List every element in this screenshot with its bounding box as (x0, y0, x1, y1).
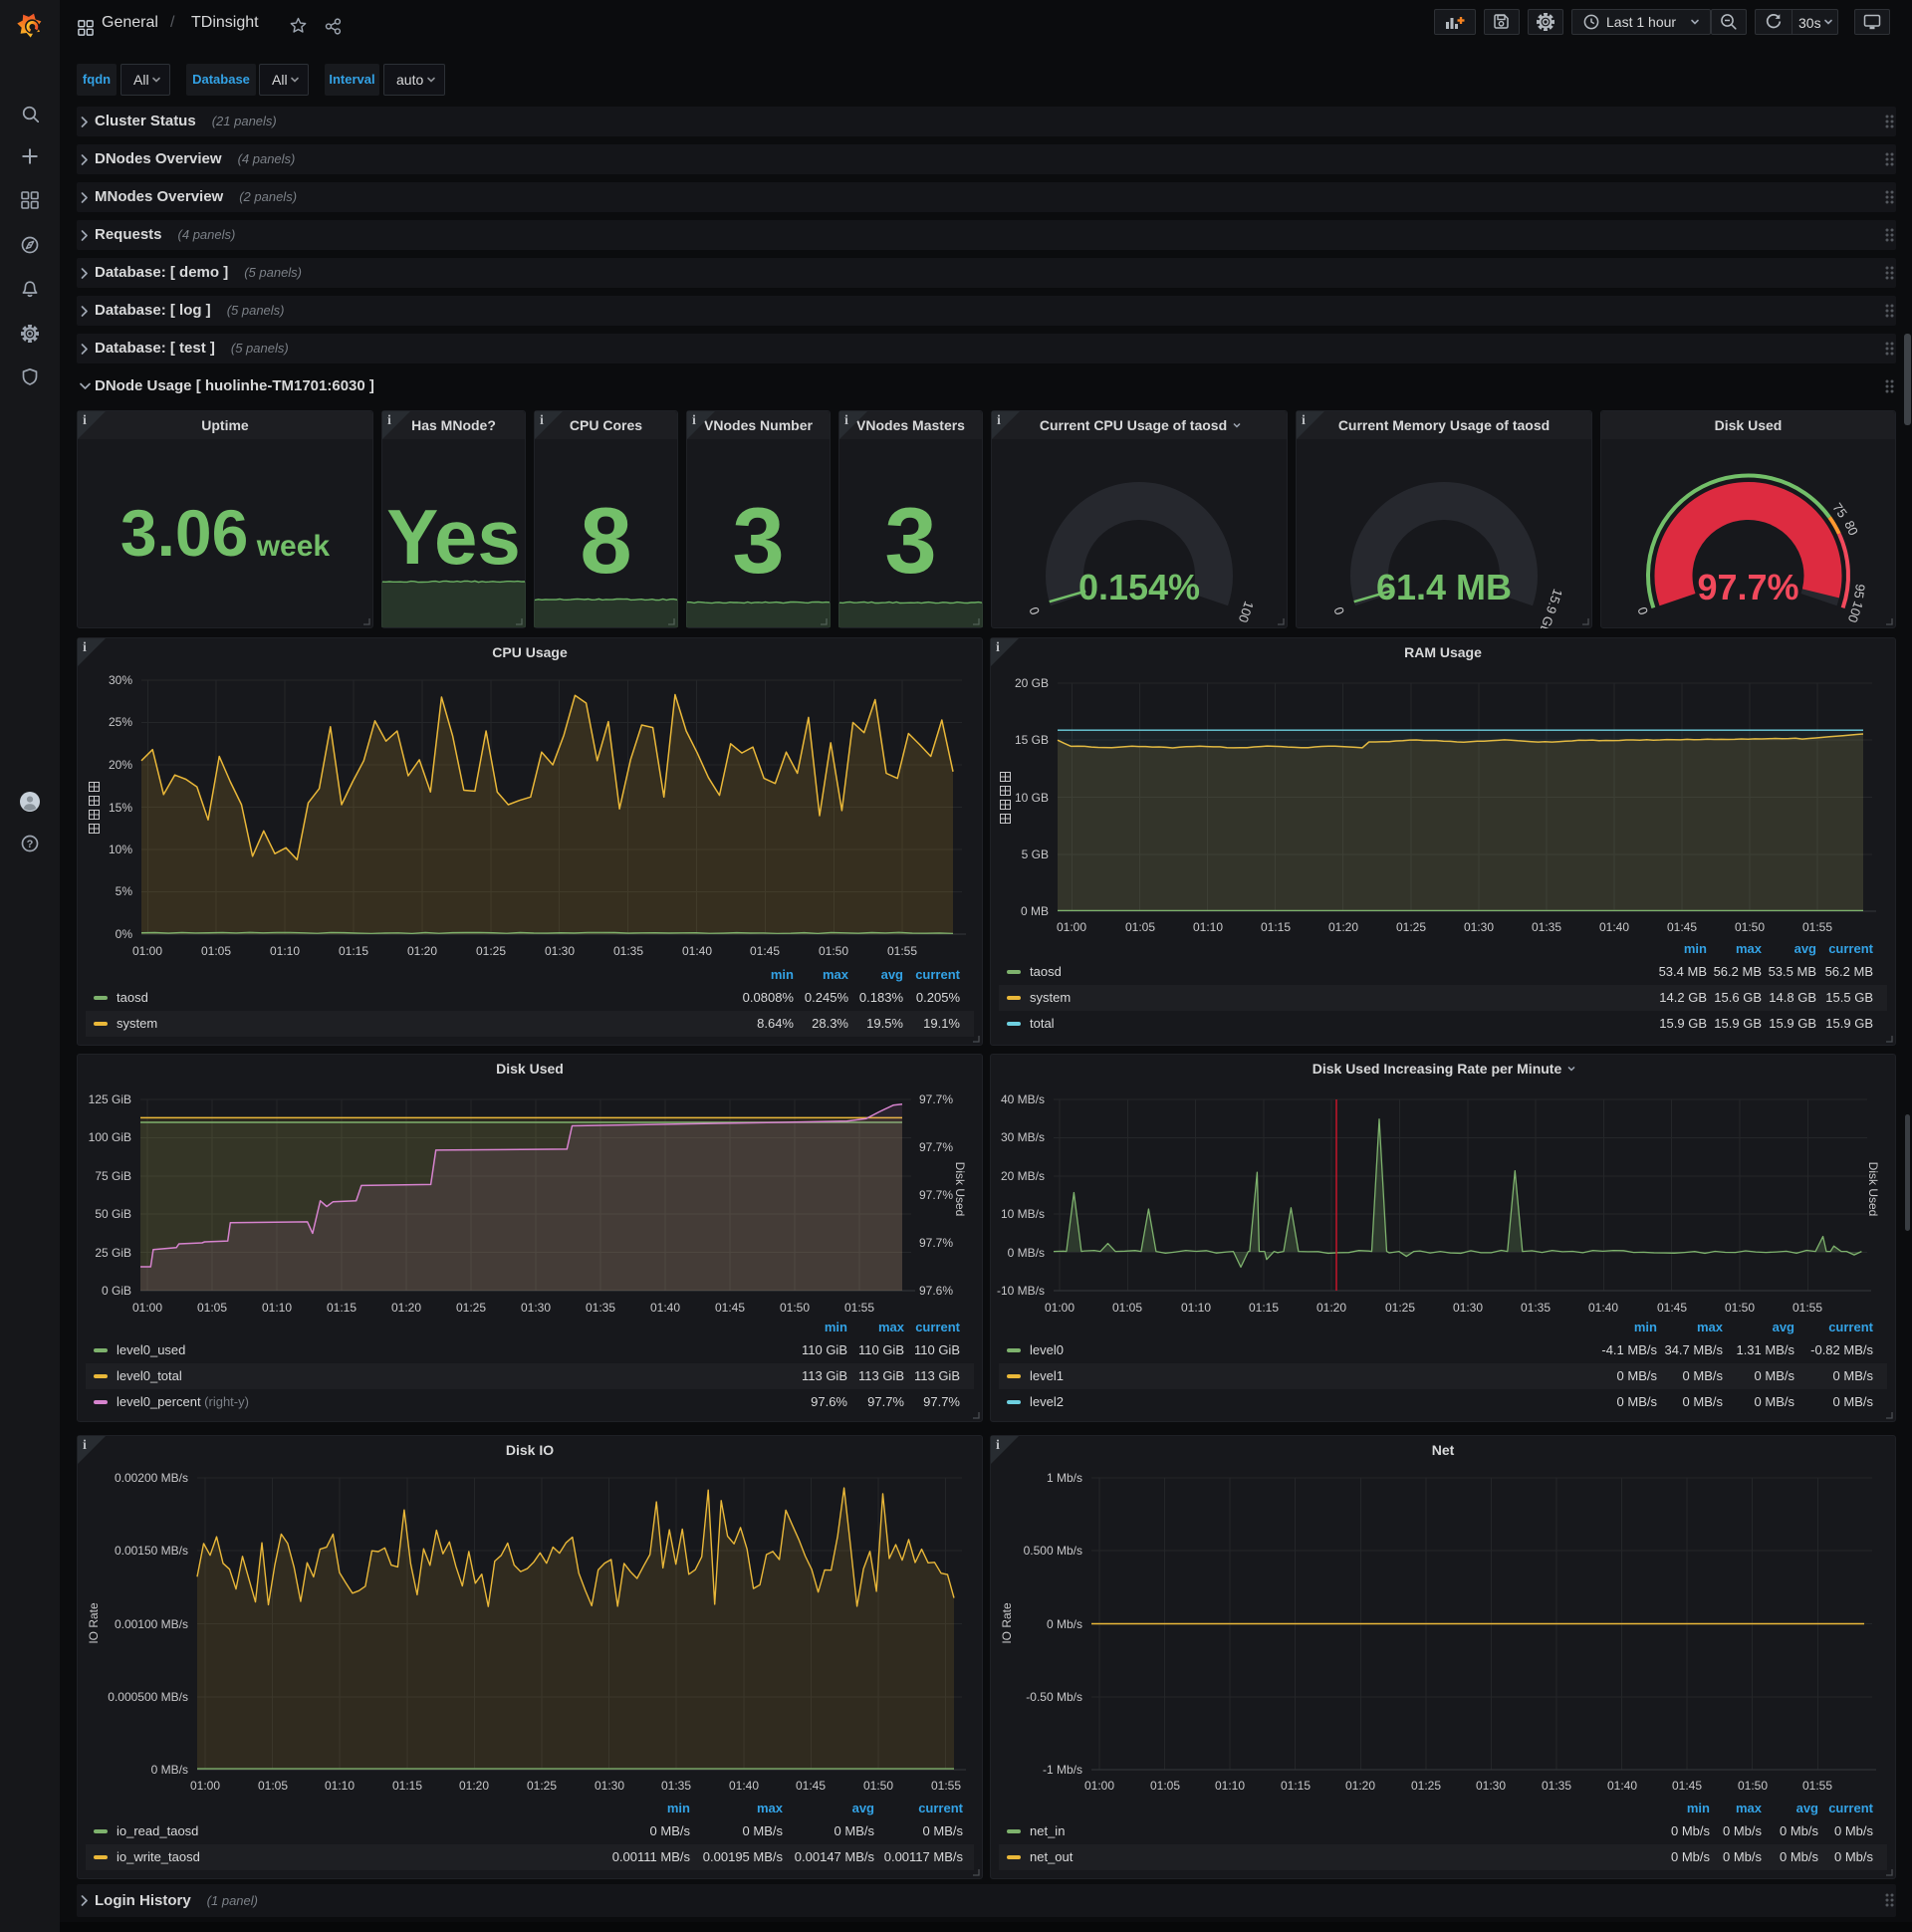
svg-text:0: 0 (1026, 605, 1043, 617)
svg-text:80: 80 (1841, 518, 1861, 537)
svg-text:100: 100 (1236, 600, 1257, 624)
svg-text:75: 75 (1829, 500, 1850, 521)
svg-text:0: 0 (1330, 605, 1347, 617)
svg-text:0: 0 (1634, 605, 1651, 617)
svg-text:97.7%: 97.7% (1697, 567, 1798, 607)
svg-text:?: ? (27, 839, 34, 850)
svg-text:100: 100 (1845, 600, 1866, 624)
svg-text:15.9 GB: 15.9 GB (1536, 587, 1565, 628)
svg-text:95: 95 (1851, 583, 1868, 599)
svg-text:0.154%: 0.154% (1078, 567, 1200, 607)
svg-text:61.4 MB: 61.4 MB (1376, 567, 1512, 607)
